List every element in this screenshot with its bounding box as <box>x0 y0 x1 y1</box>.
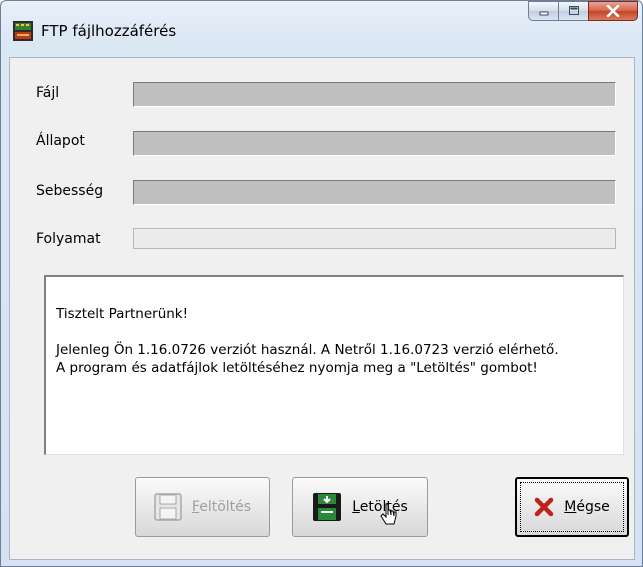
status-label: Állapot <box>36 133 85 149</box>
floppy-upload-icon <box>154 493 182 521</box>
app-icon <box>13 21 33 41</box>
progress-label: Folyamat <box>36 231 101 247</box>
cancel-label: Mégse <box>564 499 610 515</box>
floppy-download-icon <box>313 493 342 521</box>
speed-label: Sebesség <box>36 183 104 199</box>
close-icon <box>606 5 620 17</box>
message-box[interactable]: Tisztelt Partnerünk! Jelenleg Ön 1.16.07… <box>44 275 624 455</box>
message-line-1: Jelenleg Ön 1.16.0726 verziót használ. A… <box>56 342 559 358</box>
title-bar[interactable]: FTP fájlhozzáférés <box>1 1 642 57</box>
mouse-cursor-icon <box>380 503 397 525</box>
window-title: FTP fájlhozzáférés <box>41 22 177 40</box>
file-field <box>133 82 616 107</box>
maximize-icon <box>568 6 579 15</box>
progress-bar <box>133 228 616 249</box>
download-button[interactable]: Letöltés <box>292 477 428 537</box>
maximize-button[interactable] <box>558 1 588 21</box>
cancel-button[interactable]: Mégse <box>515 477 629 537</box>
status-field <box>133 131 616 156</box>
message-greeting: Tisztelt Partnerünk! <box>56 306 189 322</box>
minimize-button[interactable] <box>528 1 558 21</box>
caption-buttons <box>528 1 638 23</box>
message-line-2: A program és adatfájlok letöltéséhez nyo… <box>56 360 538 376</box>
file-label: Fájl <box>36 85 60 101</box>
upload-label: Feltöltés <box>191 499 252 515</box>
upload-button[interactable]: Feltöltés <box>135 477 270 537</box>
speed-field <box>133 180 616 205</box>
close-button[interactable] <box>588 1 638 21</box>
minimize-icon <box>539 11 548 16</box>
